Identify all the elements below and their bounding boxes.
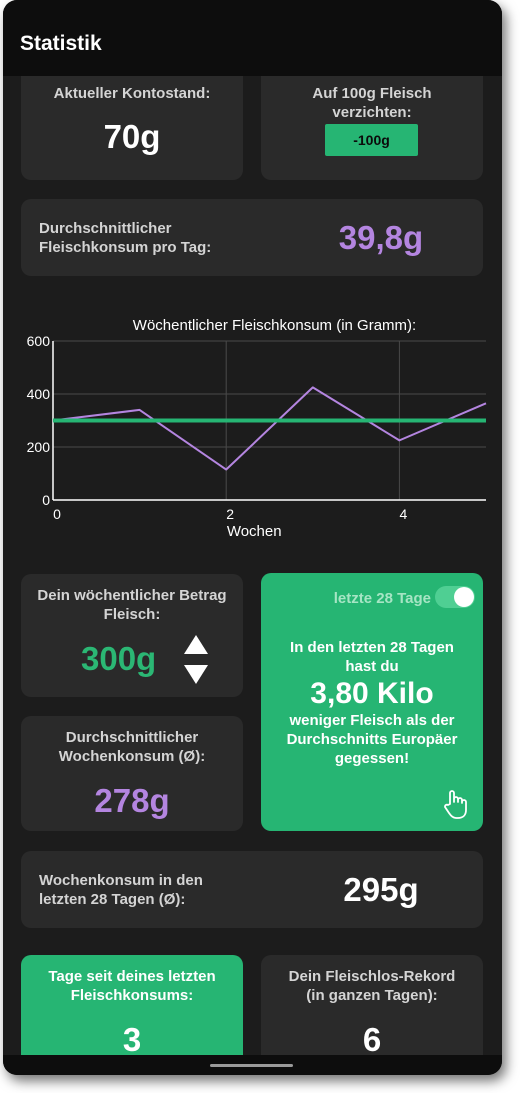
comparison-card[interactable]: letzte 28 Tage In den letzten 28 Tagen h… [261, 573, 483, 831]
hand-pointer-icon [444, 790, 467, 819]
last-28-days-toggle[interactable] [435, 586, 475, 608]
x-tick-label: 4 [400, 506, 408, 522]
page-title: Statistik [20, 32, 102, 55]
chart-svg: Wöchentlicher Fleischkonsum (in Gramm): 0… [27, 317, 487, 540]
x-tick-label: 2 [226, 506, 234, 522]
balance-card: Aktueller Kontostand: 70g [21, 66, 243, 180]
balance-label: Aktueller Kontostand: [53, 85, 211, 102]
comparison-text-1: In den letzten 28 Tagen hast du [290, 639, 454, 675]
x-axis-label: Wochen [227, 523, 282, 540]
arrow-up-icon[interactable] [184, 635, 208, 654]
y-tick-label: 200 [27, 439, 51, 455]
renounce-label: Auf 100g Fleisch verzichten: [312, 85, 432, 121]
weekly-average-value: 278g [94, 782, 170, 819]
app-bar: Statistik [3, 0, 502, 76]
weekly-28-days-value: 295g [343, 871, 419, 908]
toggle-knob [454, 587, 474, 607]
chart-title: Wöchentlicher Fleischkonsum (in Gramm): [133, 317, 416, 334]
home-handle[interactable] [210, 1064, 293, 1067]
daily-average-card: Durchschnittlicher Fleischkonsum pro Tag… [21, 199, 483, 276]
y-tick-label: 600 [27, 333, 51, 349]
weekly-average-card: Durchschnittlicher Wochenkonsum (Ø): 278… [21, 716, 243, 831]
consumption-line [52, 386, 487, 471]
navigation-bar [3, 1055, 502, 1075]
weekly-amount-stepper[interactable] [183, 634, 209, 686]
phone-screen: Aktueller Kontostand: 70g Auf 100g Fleis… [3, 0, 502, 1075]
y-tick-label: 0 [42, 492, 50, 508]
comparison-text-2: weniger Fleisch als der Durchschnitts Eu… [286, 712, 458, 767]
weekly-average-label: Durchschnittlicher Wochenkonsum (Ø): [58, 729, 206, 765]
arrow-down-icon[interactable] [184, 665, 208, 684]
days-since-value: 3 [122, 1021, 142, 1058]
y-tick-label: 400 [27, 386, 51, 402]
weekly-amount-card: Dein wöchentlicher Betrag Fleisch: 300g [21, 574, 243, 697]
x-tick-label: 0 [53, 506, 61, 522]
weekly-amount-label: Dein wöchentlicher Betrag Fleisch: [37, 587, 227, 623]
comparison-value: 3,80 Kilo [310, 677, 434, 710]
weekly-28-days-card: Wochenkonsum in den letzten 28 Tagen (Ø)… [21, 851, 483, 928]
toggle-label: letzte 28 Tage [333, 590, 431, 607]
weekly-28-days-label: Wochenkonsum in den letzten 28 Tagen (Ø)… [39, 872, 203, 908]
weekly-amount-value: 300g [81, 640, 157, 677]
daily-average-value: 39,8g [338, 219, 424, 256]
balance-value: 70g [103, 118, 161, 155]
days-since-label: Tage seit deines letzten Fleischkonsums: [48, 968, 216, 1004]
weekly-consumption-chart: Wöchentlicher Fleischkonsum (in Gramm): 0… [3, 310, 502, 550]
renounce-100g-button[interactable]: -100g [325, 124, 418, 156]
daily-average-label: Durchschnittlicher Fleischkonsum pro Tag… [39, 220, 212, 256]
record-label: Dein Fleischlos-Rekord (in ganzen Tagen)… [288, 968, 456, 1004]
record-value: 6 [362, 1021, 382, 1058]
renounce-card: Auf 100g Fleisch verzichten: -100g [261, 66, 483, 180]
